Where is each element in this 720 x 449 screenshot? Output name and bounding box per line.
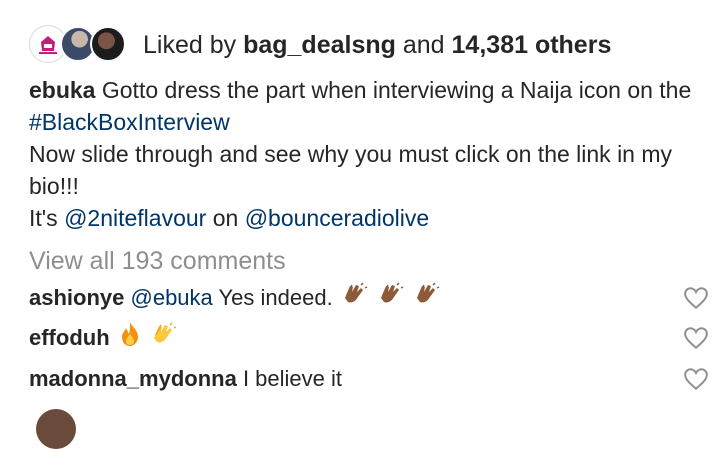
- comment-username[interactable]: ashionye: [29, 285, 124, 310]
- view-all-comments-link[interactable]: View all 193 comments: [29, 244, 286, 278]
- caption-author[interactable]: ebuka: [29, 77, 95, 103]
- liker-username[interactable]: bag_dealsng: [243, 31, 396, 59]
- comment-username[interactable]: madonna_mydonna: [29, 366, 237, 391]
- comment-row: effoduh: [29, 321, 708, 357]
- like-heart-icon[interactable]: [683, 285, 709, 311]
- comment-text: I believe it: [242, 366, 342, 391]
- like-heart-icon[interactable]: [683, 325, 709, 351]
- caption-line-1: ebuka Gotto dress the part when intervie…: [29, 74, 699, 138]
- fire-icon: [118, 321, 142, 357]
- caption-hashtag[interactable]: #BlackBoxInterview: [29, 109, 230, 135]
- caption-line3-prefix: It's: [29, 205, 58, 231]
- like-heart-icon[interactable]: [683, 366, 709, 392]
- likes-others-count[interactable]: 14,381 others: [452, 31, 612, 59]
- caption-mention[interactable]: @2niteflavour: [64, 205, 206, 231]
- clapping-hands-icon: [341, 282, 369, 316]
- likes-prefix: Liked by: [143, 31, 237, 59]
- liker-avatars[interactable]: [30, 22, 130, 68]
- clapping-hands-icon: [413, 282, 441, 316]
- post-caption: ebuka Gotto dress the part when intervie…: [29, 74, 699, 234]
- likes-row: Liked by bag_dealsng and 14,381 others: [30, 22, 611, 68]
- comment-row: madonna_mydonna I believe it: [29, 362, 708, 396]
- comment-text: Yes indeed.: [218, 285, 333, 310]
- comment-username[interactable]: effoduh: [29, 325, 110, 350]
- caption-line-2: Now slide through and see why you must c…: [29, 141, 673, 199]
- likes-summary[interactable]: Liked by bag_dealsng and 14,381 others: [143, 22, 611, 68]
- caption-line3-mid: on: [212, 205, 239, 231]
- user-avatar[interactable]: [90, 26, 126, 62]
- comment-row: ashionye @ebuka Yes indeed.: [29, 281, 708, 316]
- next-post-avatar[interactable]: [36, 409, 76, 449]
- likes-connector: and: [402, 31, 445, 59]
- clapping-hands-icon: [377, 282, 405, 316]
- caption-line-3: It's @2niteflavour on @bounceradiolive: [29, 202, 699, 234]
- caption-mention[interactable]: @bounceradiolive: [245, 205, 429, 231]
- comment-mention[interactable]: @ebuka: [131, 285, 213, 310]
- clapping-hands-icon: [150, 322, 178, 356]
- caption-text: Gotto dress the part when interviewing a…: [101, 77, 692, 103]
